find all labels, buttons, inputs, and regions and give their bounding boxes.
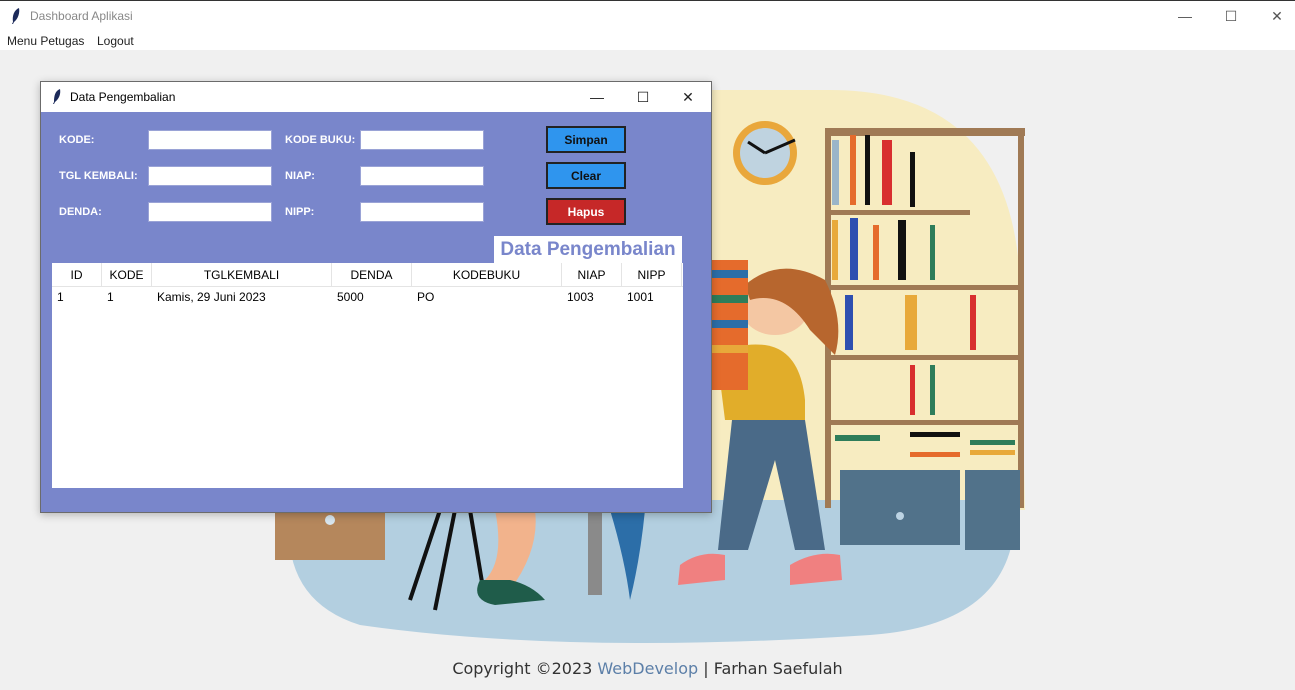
menu-bar: Menu Petugas Logout — [0, 31, 1295, 50]
cell-id: 1 — [57, 290, 64, 304]
cell-nipp: 1001 — [627, 290, 654, 304]
table-header: ID KODE TGLKEMBALI DENDA KODEBUKU NIAP N… — [52, 263, 683, 287]
nipp-input[interactable] — [360, 202, 484, 222]
kode-buku-label: KODE BUKU: — [285, 134, 356, 146]
simpan-button[interactable]: Simpan — [546, 126, 626, 153]
cell-kode: 1 — [107, 290, 114, 304]
niap-input[interactable] — [360, 166, 484, 186]
data-pengembalian-window: Data Pengembalian — ☐ ✕ KODE: TGL KEMBAL… — [40, 81, 712, 513]
feather-icon — [53, 89, 61, 104]
column-header-tglkembali[interactable]: TGLKEMBALI — [152, 263, 332, 287]
close-button[interactable]: ✕ — [1254, 1, 1295, 31]
kode-buku-input[interactable] — [360, 130, 484, 150]
tgl-kembali-label: TGL KEMBALI: — [59, 170, 138, 182]
nipp-label: NIPP: — [285, 206, 315, 218]
cell-niap: 1003 — [567, 290, 594, 304]
webdevelop-link[interactable]: WebDevelop — [597, 659, 698, 678]
dialog-close-button[interactable]: ✕ — [666, 82, 710, 112]
tgl-kembali-input[interactable] — [148, 166, 272, 186]
window-title: Dashboard Aplikasi — [30, 9, 133, 23]
column-header-denda[interactable]: DENDA — [332, 263, 412, 287]
minimize-button[interactable]: — — [1162, 1, 1208, 31]
denda-input[interactable] — [148, 202, 272, 222]
column-header-id[interactable]: ID — [52, 263, 102, 287]
column-header-nipp[interactable]: NIPP — [622, 263, 682, 287]
kode-label: KODE: — [59, 134, 95, 146]
column-header-kode[interactable]: KODE — [102, 263, 152, 287]
column-header-kodebuku[interactable]: KODEBUKU — [412, 263, 562, 287]
menu-item-logout[interactable]: Logout — [97, 34, 134, 48]
pengembalian-table[interactable]: ID KODE TGLKEMBALI DENDA KODEBUKU NIAP N… — [52, 263, 683, 488]
denda-label: DENDA: — [59, 206, 102, 218]
maximize-button[interactable]: ☐ — [1208, 1, 1254, 31]
copyright-suffix: | Farhan Saefulah — [698, 659, 843, 678]
hapus-button[interactable]: Hapus — [546, 198, 626, 225]
dialog-title-bar: Data Pengembalian — ☐ ✕ — [41, 82, 711, 112]
copyright-prefix: Copyright ©2023 — [452, 659, 598, 678]
table-heading: Data Pengembalian — [494, 236, 682, 263]
clear-button[interactable]: Clear — [546, 162, 626, 189]
cell-kodebuku: PO — [417, 290, 435, 304]
dialog-minimize-button[interactable]: — — [575, 82, 619, 112]
copyright-text: Copyright ©2023 WebDevelop | Farhan Saef… — [0, 659, 1295, 678]
cell-tglkembali: Kamis, 29 Juni 2023 — [157, 290, 266, 304]
menu-item-menu-petugas[interactable]: Menu Petugas — [7, 34, 84, 48]
dialog-maximize-button[interactable]: ☐ — [621, 82, 665, 112]
dialog-title: Data Pengembalian — [70, 90, 176, 104]
column-header-niap[interactable]: NIAP — [562, 263, 622, 287]
feather-icon — [12, 8, 20, 24]
kode-input[interactable] — [148, 130, 272, 150]
main-title-bar: Dashboard Aplikasi — ☐ ✕ — [0, 0, 1295, 31]
niap-label: NIAP: — [285, 170, 315, 182]
cell-denda: 5000 — [337, 290, 364, 304]
